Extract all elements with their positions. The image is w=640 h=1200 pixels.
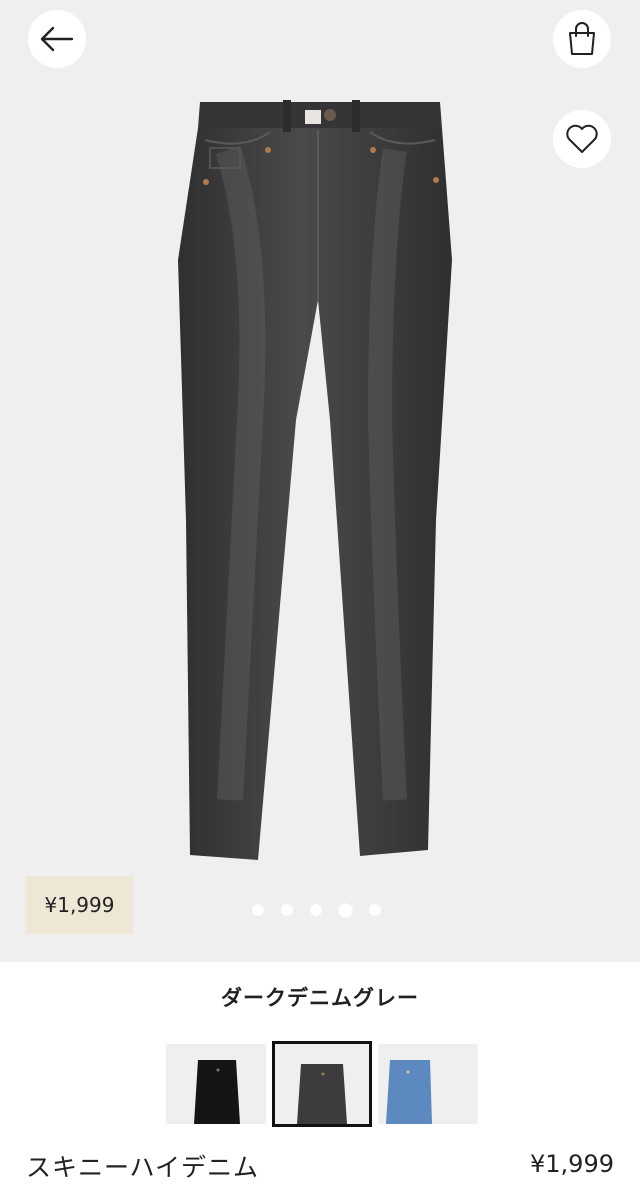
product-image-carousel[interactable]: ¥1,999: [0, 0, 640, 962]
swatch-light-blue-denim[interactable]: [378, 1044, 478, 1124]
color-swatches: [166, 1041, 478, 1127]
selected-color-name: ダークデニムグレー: [221, 986, 419, 1010]
swatch-black[interactable]: [166, 1044, 266, 1124]
swatch-dark-denim-grey-image: [297, 1064, 347, 1124]
carousel-pagination: [252, 904, 381, 917]
arrow-left-icon: [40, 26, 74, 52]
swatch-dark-denim-grey[interactable]: [272, 1041, 372, 1127]
product-image-jeans: [178, 100, 452, 860]
price-badge: ¥1,999: [26, 876, 133, 934]
carousel-dot[interactable]: [281, 904, 293, 916]
swatch-black-image: [194, 1060, 240, 1124]
swatch-light-blue-denim-image: [386, 1060, 432, 1124]
product-price: ¥1,999: [530, 1150, 614, 1178]
carousel-dot-active[interactable]: [339, 904, 352, 917]
carousel-dot[interactable]: [369, 904, 381, 916]
favorite-button[interactable]: [553, 110, 611, 168]
back-button[interactable]: [28, 10, 86, 68]
carousel-dot[interactable]: [310, 904, 322, 916]
carousel-dot[interactable]: [252, 904, 264, 916]
heart-icon: [566, 124, 598, 153]
shopping-bag-button[interactable]: [553, 10, 611, 68]
product-name: スキニーハイデニム: [26, 1153, 260, 1182]
shopping-bag-icon: [569, 22, 595, 55]
